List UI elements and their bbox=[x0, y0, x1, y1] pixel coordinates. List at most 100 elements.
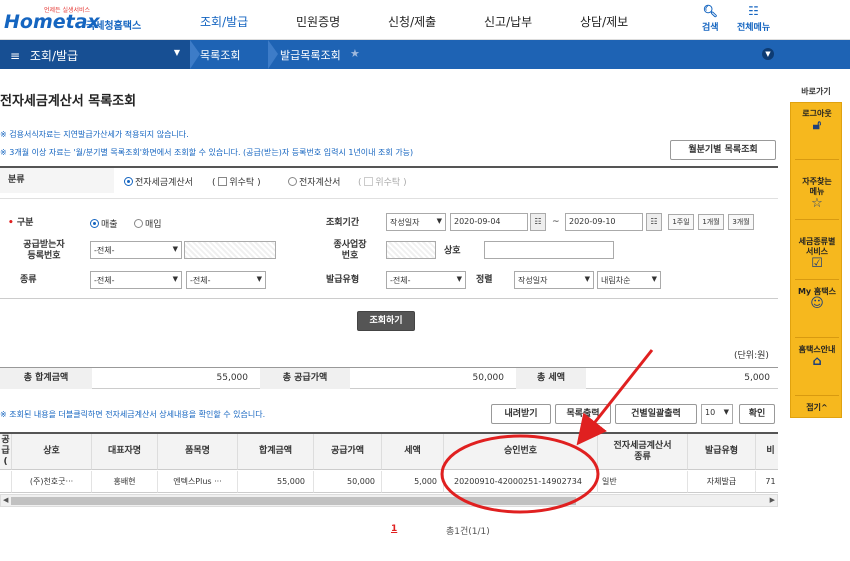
crumb-separator bbox=[268, 40, 278, 69]
radio-sales-label: 매출 bbox=[101, 220, 118, 230]
menu-inquiry-issue[interactable]: 조회/발급 bbox=[200, 13, 248, 30]
date-from-input[interactable]: 2020-09-04 bbox=[450, 213, 528, 231]
period-type-select[interactable]: 작성일자 ▼ bbox=[386, 213, 446, 231]
radio-purchase[interactable]: 매입 bbox=[134, 217, 162, 230]
period-3month-button[interactable]: 3개월 bbox=[728, 214, 754, 230]
supplier-reg-label: 공급받는자 등록번호 bbox=[23, 240, 65, 261]
table-cell-extra[interactable]: 71 bbox=[756, 471, 778, 493]
confirm-button[interactable]: 확인 bbox=[739, 404, 775, 424]
issue-type-select[interactable]: -전체- ▼ bbox=[386, 271, 466, 289]
print-list-button[interactable]: 목록출력 bbox=[555, 404, 611, 424]
sub-business-input[interactable] bbox=[386, 241, 436, 259]
horizontal-scrollbar[interactable]: ◀ ▶ bbox=[0, 494, 778, 507]
menu-apply-submit[interactable]: 신청/제출 bbox=[388, 13, 436, 30]
order-select[interactable]: 내림차순 ▼ bbox=[597, 271, 661, 289]
quick-logout[interactable]: 로그아웃 🔓︎ bbox=[791, 109, 843, 132]
logo-korean: 국세청홈택스 bbox=[86, 21, 142, 32]
quick-guide[interactable]: 홈택스안내 ⌂ bbox=[791, 345, 843, 368]
menu-certificates[interactable]: 민원증명 bbox=[296, 13, 340, 30]
crumb-list-inquiry[interactable]: 목록조회 bbox=[200, 47, 240, 63]
bulk-print-button[interactable]: 건별일괄출력 bbox=[615, 404, 697, 424]
period-1month-button[interactable]: 1개월 bbox=[698, 214, 724, 230]
scroll-left-icon[interactable]: ◀ bbox=[3, 496, 8, 504]
supplier-select[interactable]: -전체- ▼ bbox=[90, 241, 182, 259]
radio-e-invoice[interactable]: 전자계산서 bbox=[288, 175, 340, 188]
kind-select-2[interactable]: -전체- ▼ bbox=[186, 271, 266, 289]
table-cell-item[interactable]: 엔텍스Plus ··· bbox=[158, 471, 238, 493]
star-icon: ☆ bbox=[811, 196, 823, 211]
table-cell-total[interactable]: 55,000 bbox=[238, 471, 314, 493]
category-label-cell: 분류 bbox=[0, 168, 114, 193]
col-header-extra: 비 bbox=[756, 434, 778, 470]
quick-divider bbox=[795, 159, 839, 160]
calendar-icon[interactable]: ☷ bbox=[646, 213, 662, 231]
col-header-company: 상호 bbox=[12, 434, 92, 470]
download-button[interactable]: 내려받기 bbox=[491, 404, 551, 424]
radio-sales[interactable]: 매출 bbox=[90, 217, 118, 230]
kind-select-1[interactable]: -전체- ▼ bbox=[90, 271, 182, 289]
favorite-star-icon[interactable]: ★ bbox=[350, 47, 360, 60]
check-consignment[interactable]: ( 위수탁 ) bbox=[212, 175, 261, 188]
table-cell-supply[interactable]: 50,000 bbox=[314, 471, 382, 493]
col-header-item: 품목명 bbox=[158, 434, 238, 470]
table-cell-company[interactable]: (주)천호굿··· bbox=[12, 471, 92, 493]
category-label: 분류 bbox=[8, 175, 25, 185]
crumb-issue-list[interactable]: 발급목록조회 bbox=[280, 47, 341, 63]
scroll-right-icon[interactable]: ▶ bbox=[770, 496, 775, 504]
kind-select-2-value: -전체- bbox=[190, 276, 211, 285]
quick-my-hometax[interactable]: My 홈택스 ☺ bbox=[791, 287, 843, 311]
table-cell-issue-type[interactable]: 자체발급 bbox=[688, 471, 756, 493]
sort-select[interactable]: 작성일자 ▼ bbox=[514, 271, 594, 289]
col-header-total: 합계금액 bbox=[238, 434, 314, 470]
order-select-value: 내림차순 bbox=[601, 276, 631, 285]
section-selector[interactable]: ≡ 조회/발급 ▼ bbox=[0, 40, 190, 69]
table-cell-ceo[interactable]: 홍배현 bbox=[92, 471, 158, 493]
unit-label: (단위:원) bbox=[734, 351, 769, 361]
scrollbar-thumb[interactable] bbox=[11, 497, 576, 505]
period-1week-button[interactable]: 1주일 bbox=[668, 214, 694, 230]
page-size-select[interactable]: 10 ▼ bbox=[701, 404, 733, 424]
radio-e-tax-invoice[interactable]: 전자세금계산서 bbox=[124, 175, 193, 188]
quick-tax-services[interactable]: 세금종류별 서비스 ☑ bbox=[791, 227, 843, 279]
chevron-down-icon[interactable]: ▼ bbox=[762, 48, 774, 60]
table-cell-tax[interactable]: 5,000 bbox=[382, 471, 444, 493]
quick-divider bbox=[795, 279, 839, 280]
totals-bar: 총 합계금액 55,000 총 공급가액 50,000 총 세액 5,000 bbox=[0, 367, 778, 389]
hamburger-icon: ≡ bbox=[10, 49, 21, 63]
calendar-icon[interactable]: ☷ bbox=[530, 213, 546, 231]
date-to-input[interactable]: 2020-09-10 bbox=[565, 213, 643, 231]
quick-menu: 바로가기 로그아웃 🔓︎ 자주찾는 메뉴 ☆ 세금종류별 서비스 ☑ My 홈택… bbox=[790, 86, 842, 418]
quick-logout-label: 로그아웃 bbox=[802, 109, 832, 118]
company-input[interactable] bbox=[484, 241, 614, 259]
table-cell-invoice-kind[interactable]: 일반 bbox=[598, 471, 688, 493]
sort-select-value: 작성일자 bbox=[518, 276, 548, 285]
check-consignment-disabled[interactable]: ( 위수탁 ) bbox=[358, 175, 407, 188]
dropdown-arrow-icon: ▼ bbox=[172, 275, 178, 283]
menu-consult[interactable]: 상담/제보 bbox=[580, 13, 628, 30]
company-label: 상호 bbox=[444, 246, 461, 256]
col-header-supplier: 공급( bbox=[0, 434, 12, 470]
search-form: 분류 전자세금계산서 ( 위수탁 ) 전자계산서 ( 위수탁 ) • 구분 매출… bbox=[0, 166, 778, 299]
monthly-list-button[interactable]: 월분기별 목록조회 bbox=[670, 140, 776, 160]
total-amount-value: 55,000 bbox=[216, 373, 249, 383]
quick-divider bbox=[795, 219, 839, 220]
col-header-ceo: 대표자명 bbox=[92, 434, 158, 470]
quick-favorites[interactable]: 자주찾는 메뉴 ☆ bbox=[791, 167, 843, 219]
supplier-reg-input[interactable] bbox=[184, 241, 276, 259]
search-submit-button[interactable]: 조회하기 bbox=[357, 311, 415, 331]
total-tax-value: 5,000 bbox=[744, 373, 770, 383]
quick-fold[interactable]: 접기^ bbox=[791, 403, 843, 413]
quick-tax-services-label: 세금종류별 서비스 bbox=[798, 237, 836, 256]
menu-report-pay[interactable]: 신고/납부 bbox=[484, 13, 532, 30]
total-supply-label: 총 공급가액 bbox=[260, 368, 350, 389]
col-header-invoice-kind: 전자세금계산서 종류 bbox=[598, 434, 688, 470]
all-menu-button[interactable]: ☷ 전체메뉴 bbox=[737, 4, 770, 33]
table-cell[interactable] bbox=[0, 471, 12, 493]
col-header-tax: 세액 bbox=[382, 434, 444, 470]
supplier-select-value: -전체- bbox=[94, 246, 115, 255]
table-cell-approval-no[interactable]: 20200910-42000251-14902734 bbox=[444, 471, 598, 493]
col-header-approval-no: 승인번호 bbox=[444, 434, 598, 470]
person-icon: ☺ bbox=[810, 296, 824, 311]
page-number-current[interactable]: 1 bbox=[391, 524, 397, 534]
search-button[interactable]: 🔍︎ 검색 bbox=[702, 4, 719, 33]
